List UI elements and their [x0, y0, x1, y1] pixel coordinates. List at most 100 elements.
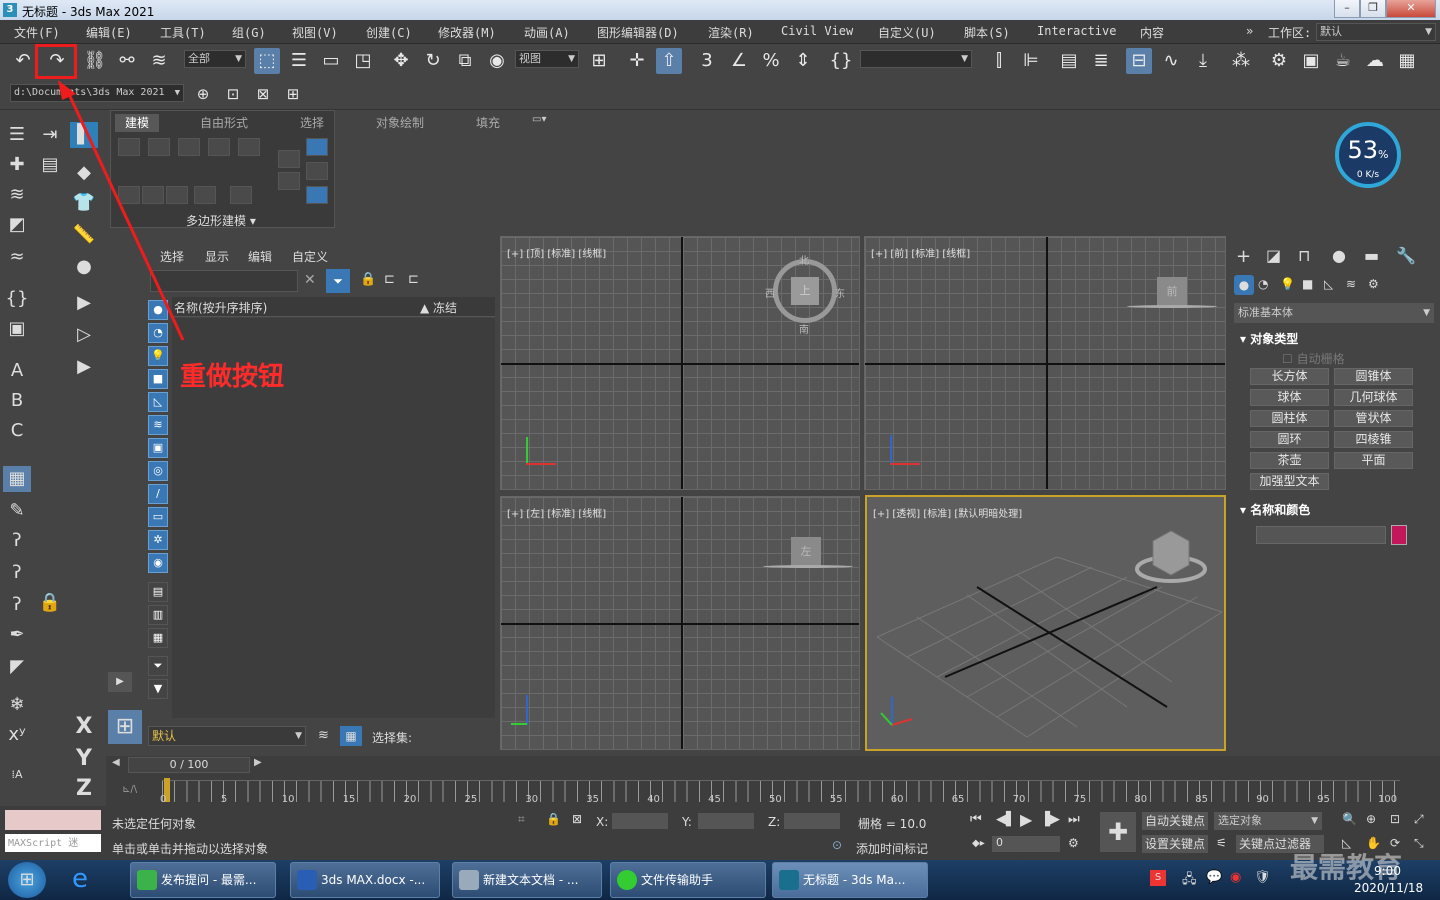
- taskbar-item-3dsmax[interactable]: 无标题 - 3ds Ma...: [772, 862, 928, 898]
- autogrid-checkbox[interactable]: ☐ 自动栅格: [1282, 350, 1345, 367]
- hierarchy-expand-icon[interactable]: ⊏: [408, 272, 419, 287]
- shape-icon[interactable]: ◆: [70, 160, 98, 186]
- menu-interactive[interactable]: Interactive: [1037, 24, 1116, 38]
- viewport-perspective[interactable]: [+] [透视] [标准] [默认明暗处理]: [865, 495, 1226, 751]
- place-icon[interactable]: ◉: [484, 48, 510, 74]
- modify-tab-icon[interactable]: ◪: [1266, 246, 1281, 265]
- time-prev-icon[interactable]: ◀: [112, 757, 126, 773]
- auto-key-button[interactable]: 自动关键点: [1142, 812, 1208, 830]
- viewport-front[interactable]: [+] [前] [标准] [线框] 前: [864, 236, 1226, 490]
- chevron-right-icon[interactable]: »: [1246, 24, 1253, 38]
- maxscript-mini-input[interactable]: MAXScript 迷: [5, 834, 101, 852]
- set-project-icon[interactable]: ⊠: [250, 81, 276, 107]
- percent-snap-icon[interactable]: %: [758, 48, 784, 74]
- poly-tool-1-icon[interactable]: [118, 186, 140, 204]
- bind-space-warp-icon[interactable]: ≋: [146, 48, 172, 74]
- goto-end-icon[interactable]: ⏭: [1068, 812, 1080, 827]
- menu-animation[interactable]: 动画(A): [524, 24, 570, 41]
- spinner-snap-icon[interactable]: ⇕: [790, 48, 816, 74]
- maximize-viewport-icon[interactable]: ⤡: [1414, 836, 1424, 851]
- ime-icon[interactable]: S: [1150, 870, 1166, 886]
- align-icon[interactable]: ⊫: [1018, 48, 1044, 74]
- taskbar-item-notepad[interactable]: 新建文本文档 - ...: [452, 862, 602, 898]
- maxscript-listener[interactable]: [5, 810, 101, 830]
- start-button[interactable]: ⊞: [8, 862, 46, 898]
- letter-b-icon[interactable]: B: [3, 388, 31, 414]
- hierarchy-tab-icon[interactable]: ⊓: [1298, 246, 1310, 265]
- zoom-icon[interactable]: 🔍: [1342, 812, 1357, 826]
- zoom-extents-icon[interactable]: ⊡: [1390, 812, 1400, 826]
- time-config-icon[interactable]: ⚙: [1068, 836, 1079, 850]
- brush-icon[interactable]: ◤: [3, 654, 31, 680]
- window-crossing-icon[interactable]: ◳: [350, 48, 376, 74]
- save-node-icon[interactable]: ▣: [3, 316, 31, 342]
- stack-icon[interactable]: ≋: [3, 182, 31, 208]
- scene-explorer-icon[interactable]: ▤: [1056, 48, 1082, 74]
- render-setup-icon[interactable]: ⚙: [1266, 48, 1292, 74]
- pen-icon[interactable]: ✒: [3, 622, 31, 648]
- explorer-tab-edit[interactable]: 编辑: [248, 248, 272, 265]
- object-type-rollout[interactable]: ▾ 对象类型: [1240, 330, 1298, 347]
- filter-spacewarps-icon[interactable]: ≋: [148, 415, 168, 435]
- isolate-icon[interactable]: ⌗: [518, 812, 525, 827]
- add-time-tag-button[interactable]: 添加时间标记: [856, 840, 928, 857]
- viewport-layout-icon[interactable]: ▌: [70, 122, 98, 148]
- column-name-header[interactable]: 名称(按升序排序): [174, 299, 267, 316]
- filter-cone-icon[interactable]: ⏷: [148, 656, 168, 676]
- poly-element-icon[interactable]: [238, 138, 260, 156]
- filter-shapes-icon[interactable]: ◔: [148, 323, 168, 343]
- rectangular-selection-icon[interactable]: ▭: [318, 48, 344, 74]
- name-color-rollout[interactable]: ▾ 名称和颜色: [1240, 501, 1310, 518]
- x-coordinate-field[interactable]: [612, 813, 668, 829]
- angle-snap-icon[interactable]: ∠: [726, 48, 752, 74]
- systems-icon[interactable]: ⚙: [1368, 277, 1379, 291]
- selection-lock-icon[interactable]: 🔒: [546, 812, 561, 826]
- key-filter-icon[interactable]: ⚟: [1216, 836, 1227, 850]
- filter-helpers-icon[interactable]: ◺: [148, 392, 168, 412]
- selection-filter-dropdown[interactable]: 全部 ▼: [184, 50, 246, 68]
- project-path-dropdown[interactable]: d:\Documents\3ds Max 2021 ▼: [10, 84, 184, 102]
- subobject-tool-2-icon[interactable]: [306, 162, 328, 180]
- pyramid-button[interactable]: 四棱锥: [1334, 431, 1413, 448]
- subobject-tool-3-icon[interactable]: [306, 186, 328, 204]
- lock-icon[interactable]: 🔒: [36, 590, 64, 616]
- viewport-top-label[interactable]: [+] [顶] [标准] [线框]: [507, 245, 606, 260]
- menu-scripting[interactable]: 脚本(S): [964, 24, 1010, 41]
- poly-face-icon[interactable]: [208, 138, 230, 156]
- viewport-top[interactable]: [+] [顶] [标准] [线框] 上 北 南 东 西: [500, 236, 860, 490]
- rendered-frame-icon[interactable]: ▣: [1298, 48, 1324, 74]
- filter-bones-icon[interactable]: /: [148, 484, 168, 504]
- filter-visible-icon[interactable]: ◉: [148, 553, 168, 573]
- expand-panel-icon[interactable]: ▶: [108, 672, 132, 692]
- plane-button[interactable]: 平面: [1334, 452, 1413, 469]
- taskbar-item-browser[interactable]: 发布提问 - 最需...: [130, 862, 276, 898]
- shapes-icon[interactable]: ◔: [1258, 277, 1268, 291]
- menu-create[interactable]: 创建(C): [366, 24, 412, 41]
- menu-content[interactable]: 内容: [1140, 24, 1164, 41]
- menu-civil-view[interactable]: Civil View: [781, 24, 853, 38]
- poly-vertex-icon[interactable]: [118, 138, 140, 156]
- zoom-extents-all-icon[interactable]: ⤢: [1414, 812, 1424, 827]
- grid-select-icon[interactable]: ▦: [3, 466, 31, 492]
- taskbar-item-wechat[interactable]: 文件传输助手: [610, 862, 766, 898]
- zoom-all-icon[interactable]: ⊕: [1366, 812, 1376, 826]
- project-folder-icon[interactable]: ⊞: [280, 81, 306, 107]
- hierarchy-icon[interactable]: ⊏: [384, 272, 395, 287]
- hook-line-icon[interactable]: ʔ: [3, 560, 31, 586]
- edit-named-selection-icon[interactable]: {}: [828, 48, 854, 74]
- menu-modifiers[interactable]: 修改器(M): [438, 24, 496, 41]
- snowflake-icon[interactable]: ❄: [3, 692, 31, 718]
- poly-tool-3-icon[interactable]: [166, 186, 188, 204]
- filter-geometry-icon[interactable]: ●: [148, 300, 168, 320]
- filter-xrefs-icon[interactable]: ◎: [148, 461, 168, 481]
- y-coordinate-field[interactable]: [698, 813, 754, 829]
- prev-frame-icon[interactable]: ◀▌: [996, 812, 1016, 827]
- next-frame-icon[interactable]: ▐▶: [1040, 812, 1060, 827]
- layers-icon[interactable]: ≋: [318, 728, 329, 743]
- render-in-cloud-icon[interactable]: ☁: [1362, 48, 1388, 74]
- poly-tool-5-icon[interactable]: [230, 186, 252, 204]
- ie-icon[interactable]: e: [72, 864, 88, 894]
- menu-graph-editors[interactable]: 图形编辑器(D): [597, 24, 679, 41]
- select-object-icon[interactable]: ⬚: [254, 48, 280, 74]
- object-name-input[interactable]: [1256, 526, 1386, 544]
